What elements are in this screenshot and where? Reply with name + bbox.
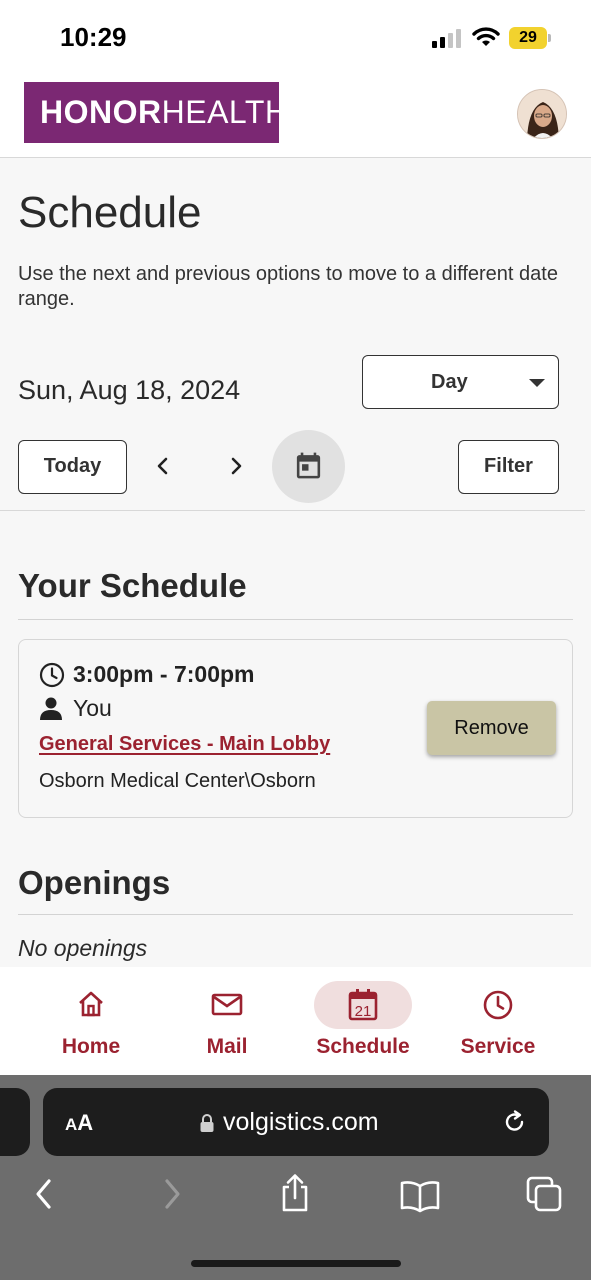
wifi-icon — [472, 27, 500, 46]
honorhealth-logo[interactable]: HONORHEALTHTM — [24, 82, 301, 143]
mail-icon — [211, 993, 243, 1016]
section-rule — [18, 619, 573, 620]
status-time: 10:29 — [60, 22, 127, 52]
nav-service[interactable]: Service — [428, 967, 568, 1075]
view-range-value: Day — [431, 371, 468, 393]
shift-location: Osborn Medical Center\Osborn — [39, 770, 316, 792]
previous-arrow-icon[interactable] — [148, 451, 178, 481]
filter-button[interactable]: Filter — [458, 440, 559, 494]
reader-text-size-button[interactable]: AA — [65, 1110, 93, 1136]
user-avatar[interactable] — [517, 89, 567, 139]
shift-card: 3:00pm - 7:00pm You General Services - M… — [18, 639, 573, 818]
person-icon — [40, 697, 62, 720]
assignment-link[interactable]: General Services - Main Lobby — [39, 733, 330, 756]
status-bar: 10:29 29 — [0, 0, 591, 78]
cellular-signal-icon — [432, 29, 464, 48]
nav-service-label: Service — [460, 1035, 536, 1058]
previous-tab-preview[interactable] — [0, 1088, 30, 1156]
date-picker-button[interactable] — [272, 430, 345, 503]
reload-icon[interactable] — [501, 1108, 529, 1136]
share-icon[interactable] — [278, 1173, 312, 1213]
nav-home-label: Home — [61, 1035, 121, 1058]
shift-time: 3:00pm - 7:00pm — [73, 661, 255, 687]
instructions-text: Use the next and previous options to mov… — [18, 263, 558, 310]
nav-mail[interactable]: Mail — [157, 967, 297, 1075]
app-header: HONORHEALTHTM — [0, 78, 591, 158]
nav-schedule[interactable]: 21 Schedule — [293, 967, 433, 1075]
back-icon[interactable] — [30, 1177, 58, 1211]
divider — [0, 510, 585, 511]
forward-icon — [165, 1179, 180, 1209]
shift-assignee: You — [73, 695, 112, 721]
openings-heading: Openings — [18, 864, 171, 901]
calendar-badge-number: 21 — [354, 1003, 372, 1020]
section-rule — [18, 914, 573, 915]
next-arrow-icon[interactable] — [221, 451, 251, 481]
calendar-icon — [296, 452, 321, 479]
current-date: Sun, Aug 18, 2024 — [18, 375, 241, 405]
your-schedule-heading: Your Schedule — [18, 567, 247, 604]
caret-down-icon — [529, 379, 545, 387]
home-indicator — [191, 1260, 401, 1267]
clock-icon — [483, 990, 513, 1020]
no-openings-text: No openings — [18, 935, 148, 961]
tabs-icon[interactable] — [526, 1176, 564, 1214]
lock-icon — [200, 1114, 214, 1132]
bookmarks-icon[interactable] — [399, 1179, 441, 1213]
battery-level: 29 — [509, 27, 547, 49]
nav-home[interactable]: Home — [21, 967, 161, 1075]
page-title: Schedule — [18, 188, 202, 237]
clock-icon — [39, 662, 65, 688]
address-bar[interactable]: AA volgistics.com — [43, 1088, 549, 1156]
home-icon — [79, 991, 103, 1017]
view-range-select[interactable]: Day — [362, 355, 559, 409]
nav-mail-label: Mail — [206, 1035, 248, 1058]
url-text: volgistics.com — [223, 1108, 379, 1136]
battery-icon: 29 — [509, 27, 551, 49]
remove-button[interactable]: Remove — [427, 701, 556, 755]
browser-chrome: AA volgistics.com — [0, 1075, 591, 1280]
nav-schedule-label: Schedule — [316, 1035, 410, 1058]
bottom-nav: Home Mail 21 Schedule Service — [0, 967, 591, 1075]
today-button[interactable]: Today — [18, 440, 127, 494]
